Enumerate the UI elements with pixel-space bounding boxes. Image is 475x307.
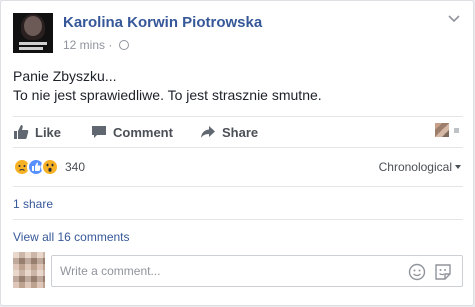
profile-thumbnail [435, 123, 449, 137]
post-line: To nie jest sprawiedliwe. To jest strasz… [13, 87, 322, 103]
current-user-avatar [13, 252, 45, 288]
caret-down-icon [455, 165, 461, 169]
comment-icon [92, 126, 106, 138]
post-text: Panie Zbyszku... To nie jest sprawiedliw… [13, 67, 322, 105]
sticker-icon[interactable] [434, 263, 452, 281]
chevron-down-icon[interactable] [447, 12, 461, 26]
meta-separator: · [108, 38, 113, 52]
reaction-count[interactable]: 340 [65, 160, 85, 174]
wow-reaction-icon [41, 158, 59, 176]
emoji-icon[interactable] [408, 263, 426, 281]
post-card: Karolina Korwin Piotrowska 12 mins · Pan… [0, 0, 474, 306]
globe-icon[interactable] [118, 40, 129, 50]
sort-label: Chronological [378, 160, 452, 174]
comment-button[interactable]: Comment [91, 117, 173, 147]
post-meta: 12 mins · [63, 38, 129, 52]
author-avatar[interactable] [13, 13, 53, 53]
comment-sort-dropdown[interactable]: Chronological [379, 160, 461, 174]
divider [13, 186, 463, 187]
action-bar: Like Comment Share [1, 117, 475, 147]
view-all-comments-link[interactable]: View all 16 comments [13, 230, 130, 244]
divider [13, 147, 463, 148]
author-name[interactable]: Karolina Korwin Piotrowska [63, 14, 262, 31]
divider [13, 219, 463, 220]
caret-icon [454, 128, 459, 133]
share-button[interactable]: Share [200, 117, 258, 147]
share-arrow-icon [201, 126, 215, 138]
like-button[interactable]: Like [13, 117, 61, 147]
like-label: Like [35, 124, 62, 140]
shares-link[interactable]: 1 share [13, 197, 53, 211]
post-line: Panie Zbyszku... [13, 68, 117, 84]
comment-input[interactable]: Write a comment... [51, 255, 463, 287]
thumbs-up-icon [14, 125, 29, 139]
reactions-summary[interactable]: 340 [13, 156, 85, 178]
share-label: Share [222, 124, 259, 140]
post-timestamp[interactable]: 12 mins [63, 38, 105, 52]
comment-placeholder: Write a comment... [60, 264, 161, 278]
comment-label: Comment [113, 124, 173, 140]
audience-selector[interactable] [435, 123, 461, 139]
post-header: Karolina Korwin Piotrowska 12 mins · [13, 12, 463, 54]
